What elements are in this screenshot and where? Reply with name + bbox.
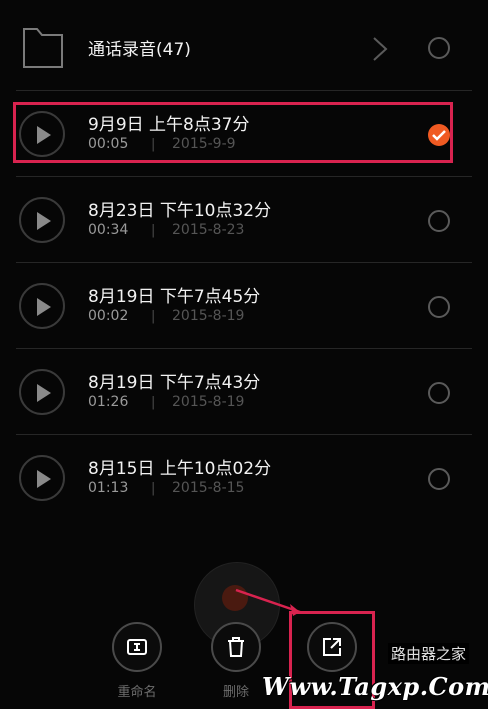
- watermark-text: Www.Tagxp.Com: [262, 672, 488, 701]
- watermark-site-name: 路由器之家: [388, 643, 470, 664]
- annotation-arrow-icon: [235, 588, 301, 616]
